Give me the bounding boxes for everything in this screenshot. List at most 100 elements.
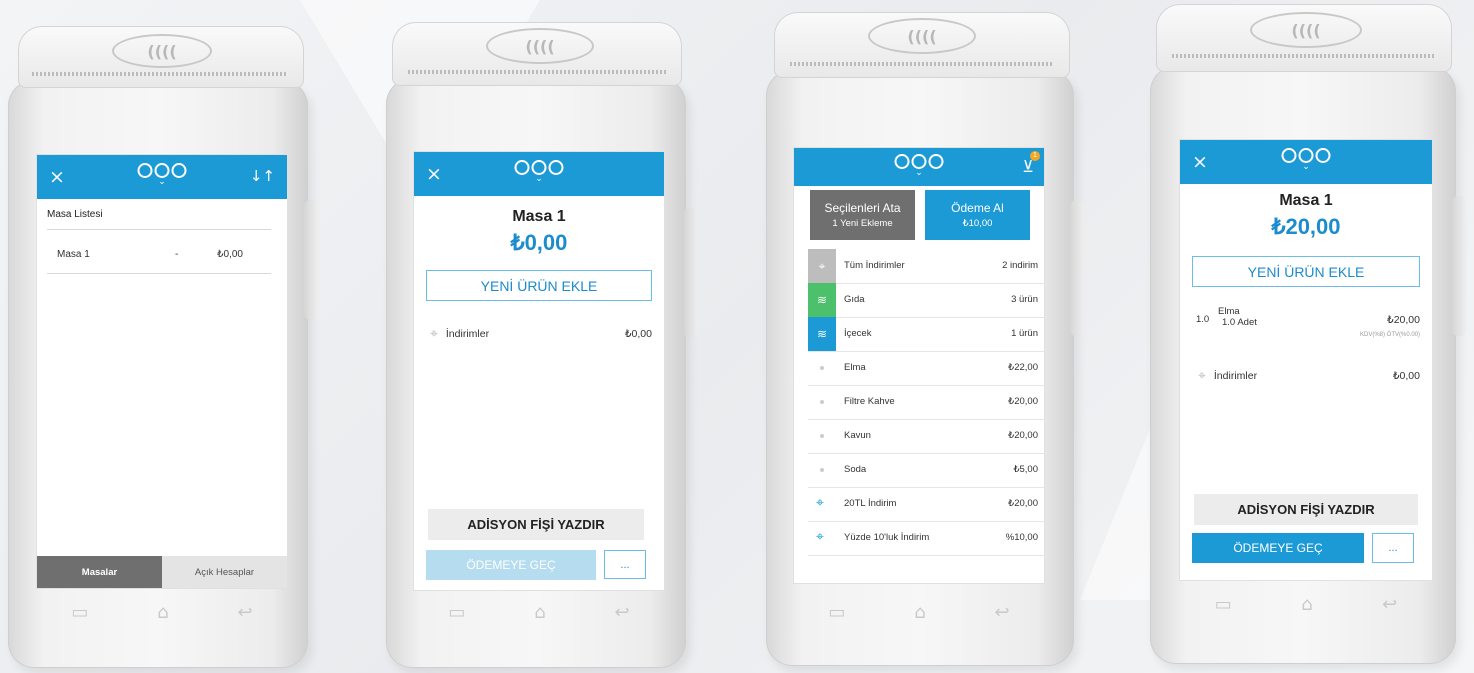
item-name: Elma xyxy=(1218,306,1240,317)
list-item-value: %10,00 xyxy=(1005,532,1038,543)
tag-icon: ⌖ xyxy=(1198,368,1206,384)
total-amount: ₺0,00 xyxy=(510,230,568,255)
top-bar: × ⌄ xyxy=(414,152,664,196)
print-receipt-button[interactable]: ADİSYON FİŞİ YAZDIR xyxy=(428,509,644,540)
recent-apps-icon[interactable]: ▭ xyxy=(1215,594,1232,615)
back-icon[interactable]: ↩ xyxy=(237,602,252,623)
cart-badge: 1 xyxy=(1030,151,1040,161)
home-icon[interactable]: ⌂ xyxy=(157,602,168,623)
home-icon[interactable]: ⌂ xyxy=(1301,594,1312,615)
table-name: Masa 1 xyxy=(57,249,90,260)
more-button[interactable]: ... xyxy=(604,550,646,579)
list-item-value: ₺20,00 xyxy=(1008,430,1038,441)
nfc-icon: (((( xyxy=(486,28,594,64)
close-icon[interactable]: × xyxy=(1192,151,1208,173)
list-item-value: ₺22,00 xyxy=(1008,362,1038,373)
category-icon: ⌖ xyxy=(808,249,836,283)
list-item-label: Soda xyxy=(844,464,867,475)
list-item-label: Elma xyxy=(844,362,866,373)
add-product-button[interactable]: YENİ ÜRÜN EKLE xyxy=(1192,256,1420,287)
discounts-label: İndirimler xyxy=(445,328,490,340)
list-item[interactable]: ≋ İçecek 1 ürün xyxy=(808,317,1044,352)
logo-icon[interactable]: ⌄ xyxy=(1281,148,1331,172)
list-item-label: İçecek xyxy=(844,328,872,339)
list-item-label: Filtre Kahve xyxy=(844,396,895,407)
discounts-value: ₺0,00 xyxy=(1392,370,1420,382)
discounts-row[interactable]: ⌖ İndirimler ₺0,00 xyxy=(430,326,652,342)
list-item-label: Gıda xyxy=(844,294,865,305)
list-item-value: 1 ürün xyxy=(1011,328,1038,339)
recent-apps-icon[interactable]: ▭ xyxy=(71,602,88,623)
tag-icon: ⌖ xyxy=(816,495,824,511)
nav-bar: ▭ ⌂ ↩ xyxy=(37,602,287,623)
close-icon[interactable]: × xyxy=(426,163,442,185)
table-amount: ₺0,00 xyxy=(217,249,243,260)
top-bar: ⌄ ⊻ 1 xyxy=(794,148,1044,186)
checkout-button[interactable]: ÖDEMEYE GEÇ xyxy=(1192,533,1364,563)
list-title: Masa Listesi xyxy=(47,209,103,220)
logo-icon[interactable]: ⌄ xyxy=(514,160,564,184)
list-item[interactable]: Kavun ₺20,00 xyxy=(808,419,1044,454)
total-amount: ₺20,00 xyxy=(1271,214,1341,239)
bullet-icon xyxy=(820,400,824,404)
category-icon: ≋ xyxy=(808,283,836,317)
tag-icon: ⌖ xyxy=(816,529,824,545)
home-icon[interactable]: ⌂ xyxy=(914,602,925,623)
item-units: 1.0 Adet xyxy=(1222,317,1257,328)
page-title: Masa 1 xyxy=(1279,192,1333,209)
back-icon[interactable]: ↩ xyxy=(614,602,629,623)
discounts-label: İndirimler xyxy=(1213,370,1258,382)
list-item-label: Tüm İndirimler xyxy=(844,260,905,271)
item-quantity: 1.0 xyxy=(1196,314,1210,325)
nav-bar: ▭ ⌂ ↩ xyxy=(1180,594,1432,615)
list-item[interactable]: ⌖ Tüm İndirimler 2 indirim xyxy=(808,249,1044,284)
table-dash: - xyxy=(175,249,179,260)
list-item[interactable]: ⌖ 20TL İndirim ₺20,00 xyxy=(808,487,1044,522)
list-item-label: Yüzde 10'luk İndirim xyxy=(844,532,930,543)
table-row[interactable]: Masa 1 - ₺0,00 xyxy=(47,243,271,274)
item-price: ₺20,00 xyxy=(1387,314,1420,326)
tab-tables[interactable]: Masalar xyxy=(37,556,162,588)
sort-icon[interactable]: ↓↑ xyxy=(250,167,275,185)
close-icon[interactable]: × xyxy=(49,166,65,188)
item-tax: KDV(%8) ÖTV(%0.00) xyxy=(1359,332,1420,338)
nfc-icon: (((( xyxy=(112,34,212,68)
home-icon[interactable]: ⌂ xyxy=(534,602,545,623)
assign-selected-button[interactable]: Seçilenleri Ata 1 Yeni Ekleme xyxy=(810,190,915,240)
back-icon[interactable]: ↩ xyxy=(994,602,1009,623)
category-icon: ≋ xyxy=(808,317,836,351)
top-bar: × ⌄ ↓↑ xyxy=(37,155,287,199)
list-item-value: 3 ürün xyxy=(1011,294,1038,305)
nfc-icon: (((( xyxy=(1250,12,1362,48)
discounts-value: ₺0,00 xyxy=(624,328,652,340)
list-item[interactable]: ≋ Gıda 3 ürün xyxy=(808,283,1044,318)
order-item[interactable]: 1.0 Elma 1.0 Adet ₺20,00 KDV(%8) ÖTV(%0.… xyxy=(1196,306,1420,346)
nfc-icon: (((( xyxy=(868,18,976,54)
print-receipt-button[interactable]: ADİSYON FİŞİ YAZDIR xyxy=(1194,494,1418,525)
nav-bar: ▭ ⌂ ↩ xyxy=(414,602,664,623)
add-product-button[interactable]: YENİ ÜRÜN EKLE xyxy=(426,270,652,301)
logo-icon[interactable]: ⌄ xyxy=(137,163,187,187)
bullet-icon xyxy=(820,468,824,472)
list-item-value: ₺20,00 xyxy=(1008,498,1038,509)
logo-icon[interactable]: ⌄ xyxy=(894,154,944,178)
list-item[interactable]: ⌖ Yüzde 10'luk İndirim %10,00 xyxy=(808,521,1044,556)
more-button[interactable]: ... xyxy=(1372,533,1414,563)
nav-bar: ▭ ⌂ ↩ xyxy=(794,602,1044,623)
screen-table-detail: × ⌄ Masa 1 ₺0,00 YENİ ÜRÜN EKLE ⌖ İndiri… xyxy=(414,152,664,590)
recent-apps-icon[interactable]: ▭ xyxy=(448,602,465,623)
checkout-button[interactable]: ÖDEMEYE GEÇ xyxy=(426,550,596,580)
list-item[interactable]: Soda ₺5,00 xyxy=(808,453,1044,488)
discounts-row[interactable]: ⌖ İndirimler ₺0,00 xyxy=(1198,368,1420,384)
recent-apps-icon[interactable]: ▭ xyxy=(828,602,845,623)
tab-open-accounts[interactable]: Açık Hesaplar xyxy=(162,556,287,588)
list-item[interactable]: Filtre Kahve ₺20,00 xyxy=(808,385,1044,420)
list-item-value: ₺5,00 xyxy=(1013,464,1038,475)
list-item-label: 20TL İndirim xyxy=(844,498,897,509)
take-payment-button[interactable]: Ödeme Al ₺10,00 xyxy=(925,190,1030,240)
list-item[interactable]: Elma ₺22,00 xyxy=(808,351,1044,386)
screen-table-list: × ⌄ ↓↑ Masa Listesi Masa 1 - ₺0,00 Masal… xyxy=(37,155,287,588)
bullet-icon xyxy=(820,434,824,438)
back-icon[interactable]: ↩ xyxy=(1382,594,1397,615)
page-title: Masa 1 xyxy=(512,208,566,225)
